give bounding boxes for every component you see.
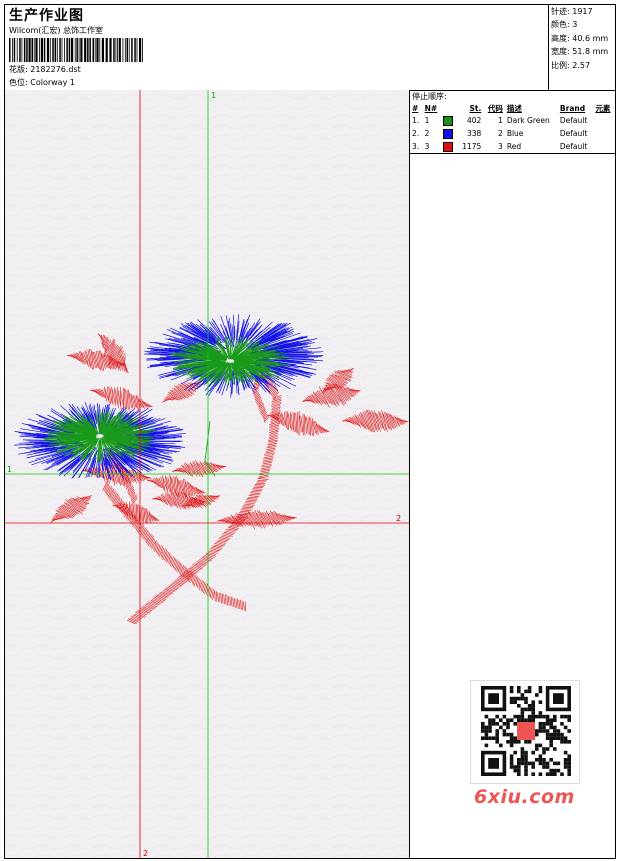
col-swatch [441, 102, 457, 114]
table-row[interactable]: 3. 3 1175 3 Red Default [410, 140, 615, 153]
green-horizontal-axis-label: 1 [7, 465, 12, 474]
color-swatch [443, 128, 454, 139]
col-stitches: St. [469, 103, 482, 113]
row-description: Blue [506, 129, 524, 138]
row-stitches: 402 [467, 116, 482, 125]
table-row[interactable]: 2. 2 338 2 Blue Default [410, 127, 615, 140]
row-index: 3. [412, 142, 420, 151]
row-element [593, 140, 615, 153]
color-swatch [443, 141, 454, 152]
row-needle: 2 [424, 129, 430, 138]
row-index: 2. [412, 129, 420, 138]
row-description: Red [506, 142, 522, 151]
row-stitches: 1175 [462, 142, 482, 151]
col-index: # [412, 103, 419, 113]
col-code: 代码 [487, 103, 503, 113]
row-index: 1. [412, 116, 420, 125]
row-needle: 1 [424, 116, 430, 125]
row-description: Dark Green [506, 116, 550, 125]
qr-code-icon [470, 680, 580, 784]
design-file-label: 花版: 2182276.dst [9, 65, 81, 74]
row-needle: 3 [424, 142, 430, 151]
red-vertical-axis-label: 2 [143, 849, 148, 858]
watermark-logo: 6xiu.com [474, 786, 575, 808]
row-element [593, 127, 615, 140]
stats-panel: 针迹: 1917 颜色: 3 高度: 40.6 mm 宽度: 51.8 mm 比… [548, 5, 615, 90]
colorway-label: 色位: Colorway 1 [9, 78, 75, 87]
row-code: 1 [498, 116, 503, 125]
row-code: 3 [498, 142, 503, 151]
design-canvas[interactable]: 1 1 2 2 [5, 90, 410, 858]
col-element: 元素 [595, 103, 611, 113]
table-header-row: # N# St. 代码 描述 Brand 元素 [410, 102, 615, 114]
row-element [593, 114, 615, 127]
row-brand: Default [559, 116, 588, 125]
design-height: 高度: 40.6 mm [551, 33, 609, 43]
stop-sequence-title: 停止顺序: [412, 92, 447, 101]
stop-sequence-table: # N# St. 代码 描述 Brand 元素 1. 1 402 1 Dark … [410, 102, 615, 153]
row-code: 2 [498, 129, 503, 138]
color-count: 颜色: 3 [551, 20, 578, 30]
row-brand: Default [559, 142, 588, 151]
col-brand: Brand [559, 103, 586, 113]
header: 生产作业图 Wilcom(汇宏) 总饰工作室 花版: 2182276.dst 色… [5, 5, 615, 91]
design-scale: 比例: 2.57 [551, 60, 591, 70]
row-brand: Default [559, 129, 588, 138]
col-needle: N# [424, 103, 438, 113]
embroidery-preview: 1 1 2 2 [5, 90, 409, 858]
red-horizontal-axis-label: 2 [396, 514, 401, 523]
col-description: 描述 [506, 103, 522, 113]
color-swatch [443, 115, 454, 126]
studio-subtitle: Wilcom(汇宏) 总饰工作室 [9, 26, 104, 35]
panel-divider [410, 153, 615, 154]
design-width: 宽度: 51.8 mm [551, 47, 609, 57]
stitch-count: 针迹: 1917 [551, 7, 593, 16]
table-row[interactable]: 1. 1 402 1 Dark Green Default [410, 114, 615, 127]
green-vertical-axis-label: 1 [211, 91, 216, 100]
row-stitches: 338 [467, 129, 482, 138]
barcode-icon [9, 38, 143, 62]
page-title: 生产作业图 [9, 8, 84, 24]
